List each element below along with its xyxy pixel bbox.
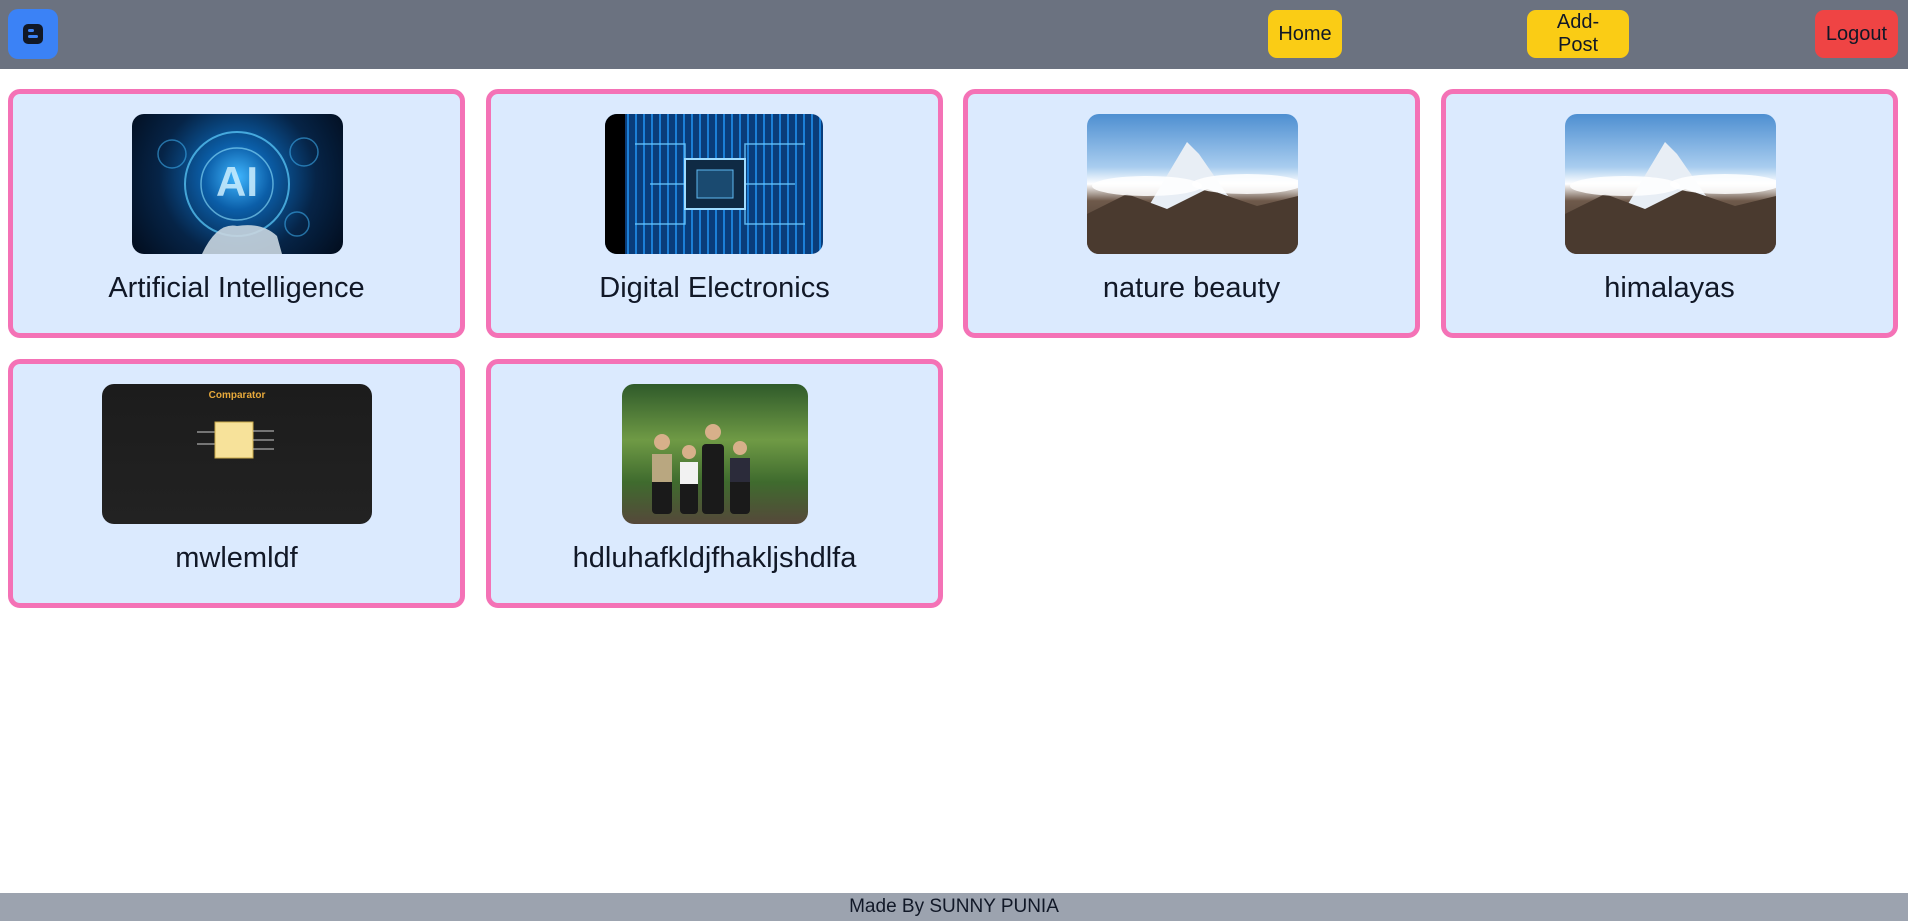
post-card[interactable]: hdluhafkldjfhakljshdlfa	[486, 359, 943, 608]
home-button[interactable]: Home	[1268, 10, 1342, 58]
post-image-mountain	[1565, 114, 1776, 254]
blog-icon	[23, 24, 43, 44]
add-post-button[interactable]: Add-Post	[1527, 10, 1629, 58]
post-image-comparator: Comparator	[102, 384, 372, 524]
post-title: Digital Electronics	[599, 272, 830, 304]
post-image-group	[622, 384, 808, 524]
post-card[interactable]: himalayas	[1441, 89, 1898, 338]
post-card[interactable]: Comparator mwlemldf	[8, 359, 465, 608]
logout-button[interactable]: Logout	[1815, 10, 1898, 58]
post-card[interactable]: Digital Electronics	[486, 89, 943, 338]
post-card[interactable]: AI Artificial Intelligence	[8, 89, 465, 338]
comparator-caption: Comparator	[209, 390, 266, 401]
footer-credit: Made By SUNNY PUNIA	[849, 896, 1059, 917]
post-image-circuit	[605, 114, 823, 254]
post-title: hdluhafkldjfhakljshdlfa	[572, 542, 857, 574]
post-title: himalayas	[1604, 272, 1735, 304]
post-title: Artificial Intelligence	[108, 272, 365, 304]
navbar: Home Add-Post Logout	[0, 0, 1908, 69]
logo-button[interactable]	[8, 9, 58, 59]
post-title: mwlemldf	[175, 542, 298, 574]
post-card[interactable]: nature beauty	[963, 89, 1420, 338]
post-image-ai: AI	[132, 114, 343, 254]
svg-text:AI: AI	[216, 158, 258, 205]
post-title: nature beauty	[1102, 272, 1281, 304]
post-image-mountain	[1087, 114, 1298, 254]
footer: Made By SUNNY PUNIA	[0, 893, 1908, 921]
